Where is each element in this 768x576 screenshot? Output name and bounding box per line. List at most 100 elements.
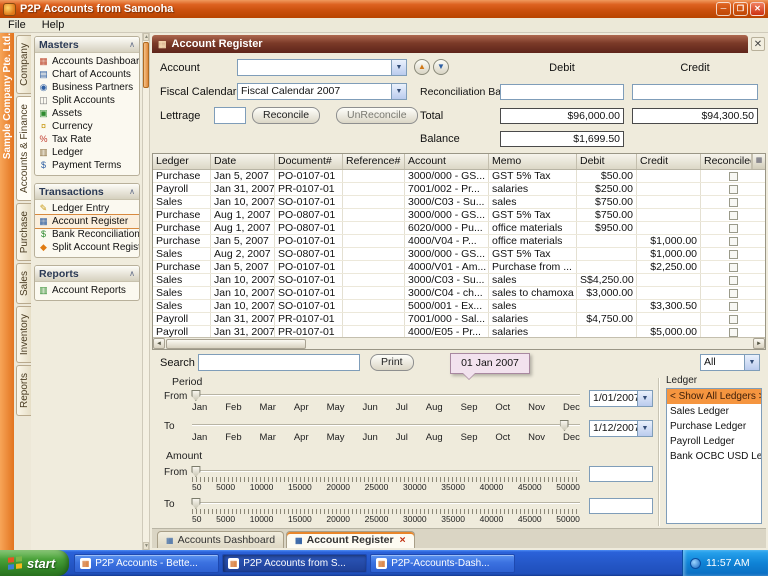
tab-close-icon[interactable]: × (400, 534, 406, 546)
sidebar-item-accounts-dashboard[interactable]: ▦Accounts Dashboard (35, 55, 139, 68)
reconciled-checkbox[interactable] (729, 211, 738, 220)
reconciled-checkbox[interactable] (729, 328, 738, 337)
sidebar-item-account-register[interactable]: ▦Account Register (35, 215, 139, 228)
reconciled-checkbox[interactable] (729, 237, 738, 246)
tab-account-register[interactable]: ▦Account Register× (286, 531, 415, 548)
taskbar-button-p2p-accounts-bette[interactable]: ▦P2P Accounts - Bette... (74, 554, 219, 573)
vertical-tab-purchase[interactable]: Purchase (16, 203, 31, 261)
amount-to-input[interactable] (589, 498, 653, 514)
sidebar-item-ledger[interactable]: ▥Ledger (35, 146, 139, 159)
vertical-tab-sales[interactable]: Sales (16, 263, 31, 304)
account-combobox[interactable]: ▼ (237, 59, 407, 76)
taskbar-button-p2p-accounts-dash[interactable]: ▦P2P-Accounts-Dash... (370, 554, 515, 573)
panel-close-button[interactable]: ✕ (751, 37, 765, 51)
chevron-down-icon[interactable]: ▼ (391, 84, 406, 99)
table-row[interactable]: PurchaseJan 5, 2007PO-0107-014000/V04 - … (153, 235, 765, 248)
column-header-memo[interactable]: Memo (489, 154, 577, 169)
reconciled-checkbox[interactable] (729, 302, 738, 311)
scrollbar-thumb[interactable] (166, 339, 306, 349)
column-header-account[interactable]: Account (405, 154, 489, 169)
sidebar-item-assets[interactable]: ▣Assets (35, 107, 139, 120)
column-header-ledger[interactable]: Ledger (153, 154, 211, 169)
collapse-icon[interactable]: ∧ (129, 40, 135, 49)
window-titlebar[interactable]: P2P Accounts from Samooha ─ ❐ ✕ (0, 0, 768, 18)
period-to-thumb[interactable] (560, 420, 569, 431)
start-button[interactable]: start (0, 550, 69, 576)
search-input[interactable] (198, 354, 360, 371)
table-row[interactable]: SalesJan 10, 2007SO-0107-015000/001 - Ex… (153, 300, 765, 313)
account-up-button[interactable]: ▲ (414, 59, 430, 75)
print-button[interactable]: Print (370, 354, 414, 371)
minimize-button[interactable]: ─ (716, 2, 731, 16)
ledger-item-show-all-ledgers[interactable]: < Show All Ledgers > (667, 389, 761, 404)
scrollbar-thumb[interactable] (143, 42, 149, 88)
amount-to-thumb[interactable] (191, 498, 200, 509)
lettrage-input[interactable] (214, 107, 246, 124)
sidebar-item-payment-terms[interactable]: $Payment Terms (35, 159, 139, 172)
column-header-document[interactable]: Document# (275, 154, 343, 169)
chevron-down-icon[interactable]: ▼ (744, 355, 759, 370)
column-header-debit[interactable]: Debit (577, 154, 637, 169)
table-row[interactable]: PurchaseAug 1, 2007PO-0807-013000/000 - … (153, 209, 765, 222)
table-row[interactable]: SalesJan 10, 2007SO-0107-013000/C03 - Su… (153, 196, 765, 209)
amount-from-input[interactable] (589, 466, 653, 482)
menu-file[interactable]: File (0, 19, 34, 31)
reconciled-checkbox[interactable] (729, 276, 738, 285)
scroll-right-icon[interactable]: ► (753, 338, 765, 349)
table-row[interactable]: PurchaseJan 5, 2007PO-0107-013000/000 - … (153, 170, 765, 183)
reconciled-checkbox[interactable] (729, 289, 738, 298)
chevron-down-icon[interactable]: ▼ (637, 391, 652, 406)
reconciled-checkbox[interactable] (729, 185, 738, 194)
ledger-item-sales-ledger[interactable]: Sales Ledger (667, 404, 761, 419)
amount-to-slider[interactable] (192, 498, 580, 509)
sidebar-scrollbar[interactable]: ▲ ▼ (143, 33, 150, 550)
reconciled-checkbox[interactable] (729, 224, 738, 233)
sidebar-item-currency[interactable]: ¤Currency (35, 120, 139, 133)
vertical-tab-inventory[interactable]: Inventory (16, 306, 31, 363)
column-header-credit[interactable]: Credit (637, 154, 701, 169)
reconciliation-debit-field[interactable] (500, 84, 624, 100)
table-row[interactable]: SalesJan 10, 2007SO-0107-013000/C03 - Su… (153, 274, 765, 287)
vertical-tab-company[interactable]: Company (16, 35, 31, 94)
section-header-transactions[interactable]: Transactions∧ (35, 184, 139, 200)
table-row[interactable]: PurchaseAug 1, 2007PO-0807-016020/000 - … (153, 222, 765, 235)
table-row[interactable]: SalesAug 2, 2007SO-0807-013000/000 - GS.… (153, 248, 765, 261)
table-row[interactable]: PayrollJan 31, 2007PR-0107-017001/000 - … (153, 313, 765, 326)
period-to-date[interactable]: 1/12/2007 ▼ (589, 420, 653, 437)
table-horizontal-scrollbar[interactable]: ◄ ► (153, 337, 765, 349)
ledger-item-bank-ocbc-usd-ledger[interactable]: Bank OCBC USD Ledger (667, 449, 761, 464)
sidebar-item-split-accounts[interactable]: ◫Split Accounts (35, 94, 139, 107)
scroll-up-icon[interactable]: ▲ (143, 33, 149, 41)
reconciliation-credit-field[interactable] (632, 84, 758, 100)
unreconcile-button[interactable]: UnReconcile (336, 107, 418, 124)
column-header-reconciled[interactable]: Reconciled (701, 154, 752, 169)
column-header-date[interactable]: Date (211, 154, 275, 169)
chevron-down-icon[interactable]: ▼ (391, 60, 406, 75)
account-down-button[interactable]: ▼ (433, 59, 449, 75)
chevron-down-icon[interactable]: ▼ (637, 421, 652, 436)
table-row[interactable]: PayrollJan 31, 2007PR-0107-017001/002 - … (153, 183, 765, 196)
menu-help[interactable]: Help (34, 19, 73, 31)
sidebar-item-tax-rate[interactable]: %Tax Rate (35, 133, 139, 146)
period-from-date[interactable]: 1/01/2007 ▼ (589, 390, 653, 407)
sidebar-item-business-partners[interactable]: ◉Business Partners (35, 81, 139, 94)
period-from-slider[interactable] (192, 390, 580, 401)
filter-all-combobox[interactable]: All ▼ (700, 354, 760, 371)
collapse-icon[interactable]: ∧ (129, 269, 135, 278)
reconciled-checkbox[interactable] (729, 315, 738, 324)
sidebar-item-account-reports[interactable]: ▥Account Reports (35, 284, 139, 297)
reconcile-button[interactable]: Reconcile (252, 107, 320, 124)
scroll-down-icon[interactable]: ▼ (143, 542, 149, 550)
column-chooser-button[interactable]: ▦ (752, 154, 765, 169)
section-header-reports[interactable]: Reports∧ (35, 266, 139, 282)
sidebar-item-chart-of-accounts[interactable]: ▤Chart of Accounts (35, 68, 139, 81)
taskbar-button-p2p-accounts-from-s[interactable]: ▦P2P Accounts from S... (222, 554, 367, 573)
collapse-icon[interactable]: ∧ (129, 187, 135, 196)
table-row[interactable]: SalesJan 10, 2007SO-0107-013000/C04 - ch… (153, 287, 765, 300)
amount-from-slider[interactable] (192, 466, 580, 477)
vertical-tab-reports[interactable]: Reports (16, 365, 31, 416)
close-button[interactable]: ✕ (750, 2, 765, 16)
reconciled-checkbox[interactable] (729, 263, 738, 272)
column-header-reference[interactable]: Reference# (343, 154, 405, 169)
reconciled-checkbox[interactable] (729, 250, 738, 259)
